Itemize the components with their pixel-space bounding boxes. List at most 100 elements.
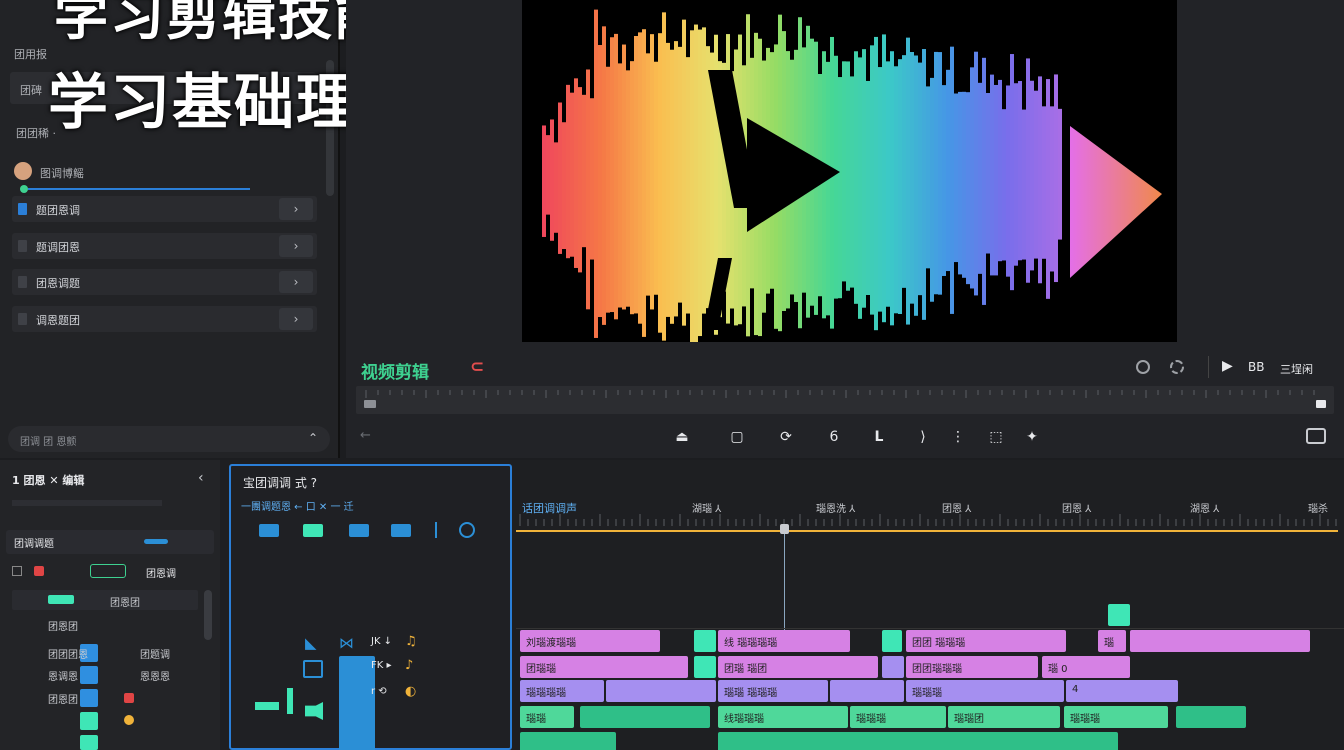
timeline-clip[interactable] bbox=[606, 680, 716, 702]
timeline-clip[interactable] bbox=[882, 630, 902, 652]
timeline-clip[interactable] bbox=[718, 732, 1118, 750]
more-icon[interactable]: ⋮ bbox=[947, 428, 969, 446]
timeline-clip[interactable]: 瑙瑙团 bbox=[948, 706, 1060, 728]
target-icon[interactable] bbox=[459, 522, 475, 538]
effect-chip[interactable] bbox=[391, 524, 411, 537]
effect-chip[interactable] bbox=[303, 524, 323, 537]
toggle[interactable] bbox=[144, 539, 168, 544]
timeline-clip[interactable] bbox=[694, 630, 716, 652]
playhead[interactable] bbox=[784, 526, 785, 630]
share-icon[interactable]: ▶ bbox=[1222, 358, 1233, 374]
split-icon[interactable]: L bbox=[868, 428, 890, 446]
track-label: r ⟲ bbox=[371, 686, 387, 697]
scrub-start-icon[interactable] bbox=[364, 400, 376, 408]
volume-slider[interactable] bbox=[20, 185, 250, 193]
record-icon[interactable]: ⊂ bbox=[470, 357, 484, 377]
playhead-handle[interactable] bbox=[780, 524, 789, 534]
cut-icon[interactable]: ⋈ bbox=[339, 634, 354, 652]
chevron-right-icon[interactable]: › bbox=[279, 235, 313, 257]
rotate-icon[interactable]: ⟳ bbox=[775, 428, 797, 446]
timeline-clip[interactable] bbox=[1108, 604, 1130, 626]
undo-icon[interactable]: 6 bbox=[823, 428, 845, 446]
timeline-clip[interactable] bbox=[520, 732, 616, 750]
timeline-clip[interactable]: 团瑙瑙 bbox=[520, 656, 688, 678]
timeline-clip[interactable]: 瑙 bbox=[1098, 630, 1126, 652]
video-preview[interactable] bbox=[522, 0, 1177, 342]
audio-icon[interactable]: ◣ bbox=[305, 634, 317, 652]
export-label[interactable]: 三埕闲 bbox=[1280, 361, 1313, 377]
timeline-clip[interactable]: 刘瑙渡瑙瑙 bbox=[520, 630, 660, 652]
timeline-clip[interactable] bbox=[694, 656, 716, 678]
tools-section-row[interactable]: 团调调题 bbox=[6, 530, 214, 554]
redo-icon[interactable]: ⟩ bbox=[912, 428, 934, 446]
timeline-clip[interactable]: 4 bbox=[1066, 680, 1178, 702]
media-item[interactable]: 团恩调题 › bbox=[12, 269, 317, 295]
lock-icon[interactable]: ♫ bbox=[405, 634, 417, 649]
record-dot-icon[interactable] bbox=[34, 566, 44, 576]
film-icon[interactable] bbox=[303, 660, 323, 678]
tool-swatch[interactable] bbox=[80, 712, 98, 730]
collapse-icon[interactable]: ‹ bbox=[198, 470, 204, 486]
mute-icon[interactable]: ♪ bbox=[405, 658, 413, 673]
timeline-clip[interactable]: 线 瑙瑙瑙瑙 bbox=[718, 630, 850, 652]
house-icon[interactable] bbox=[124, 693, 134, 703]
sparkle-icon[interactable]: ✦ bbox=[1021, 428, 1043, 446]
timeline-clip[interactable]: 团团瑙瑙瑙 bbox=[906, 656, 1038, 678]
timeline-clip[interactable]: 团团 瑙瑙瑙 bbox=[906, 630, 1066, 652]
timeline-clip[interactable]: 瑙瑙瑙 bbox=[850, 706, 946, 728]
media-item[interactable]: 题团恩调 › bbox=[12, 196, 317, 222]
export-icon[interactable]: ⏏ bbox=[671, 428, 693, 446]
timeline-clip[interactable] bbox=[580, 706, 710, 728]
timeline-clip[interactable]: 瑙瑙 瑙瑙瑙 bbox=[718, 680, 828, 702]
star-icon[interactable] bbox=[124, 715, 134, 725]
timeline-clip[interactable]: 瑙瑙瑙瑙 bbox=[520, 680, 604, 702]
grid-icon[interactable] bbox=[12, 566, 22, 576]
avatar[interactable] bbox=[14, 162, 32, 180]
image-icon[interactable]: ⬚ bbox=[985, 428, 1007, 446]
waveform-bar bbox=[606, 66, 610, 313]
fullscreen-icon[interactable] bbox=[1306, 428, 1326, 444]
scrub-end-icon[interactable] bbox=[1316, 400, 1326, 408]
media-item[interactable]: 调恩题团 › bbox=[12, 306, 317, 332]
playhead-track bbox=[516, 530, 1338, 532]
effects-subtitle: 一團调题恩 ← 口 ✕ 一 迁 bbox=[241, 502, 354, 513]
tool-swatch[interactable] bbox=[80, 689, 98, 707]
aspect-label[interactable]: BB bbox=[1248, 360, 1264, 374]
timeline-clip[interactable] bbox=[882, 656, 904, 678]
tool-strip[interactable]: 团恩团 bbox=[12, 590, 198, 610]
timeline-clip[interactable]: 瑙 0 bbox=[1042, 656, 1130, 678]
search-bar[interactable]: 团调 团 恩颤 ⌃ bbox=[8, 426, 330, 452]
eye-icon[interactable]: ◐ bbox=[405, 684, 416, 699]
speaker-icon[interactable] bbox=[305, 702, 323, 720]
timeline-clip[interactable]: 团瑙 瑙团 bbox=[718, 656, 878, 678]
crop-icon[interactable]: ▢ bbox=[726, 428, 748, 446]
timeline-clip[interactable] bbox=[830, 680, 904, 702]
back-icon[interactable]: ← bbox=[360, 428, 371, 443]
slider-handle[interactable] bbox=[20, 185, 28, 193]
tool-swatch[interactable] bbox=[80, 735, 98, 750]
media-item[interactable]: 题调团恩 › bbox=[12, 233, 317, 259]
tool-swatch[interactable] bbox=[80, 666, 98, 684]
chevron-right-icon[interactable]: › bbox=[279, 198, 313, 220]
selected-track[interactable] bbox=[339, 656, 375, 750]
waveform-bar bbox=[962, 91, 966, 278]
timeline-clip[interactable]: 瑙瑙瑙 bbox=[906, 680, 1064, 702]
timeline-clip[interactable]: 瑙瑙 bbox=[520, 706, 574, 728]
scrub-bar[interactable] bbox=[356, 386, 1334, 414]
waveform-bar bbox=[826, 61, 830, 316]
chevron-right-icon[interactable]: › bbox=[279, 271, 313, 293]
effect-chip[interactable] bbox=[259, 524, 279, 537]
waveform-bar bbox=[978, 82, 982, 274]
tools-scrollbar[interactable] bbox=[204, 590, 212, 640]
timeline-clip[interactable]: 瑙瑙瑙 bbox=[1064, 706, 1168, 728]
chevron-right-icon[interactable]: › bbox=[279, 308, 313, 330]
timeline-clip[interactable] bbox=[1176, 706, 1246, 728]
settings-icon[interactable] bbox=[1170, 360, 1184, 374]
search-icon[interactable] bbox=[1136, 360, 1150, 374]
timeline-clip[interactable]: 线瑙瑙瑙 bbox=[718, 706, 848, 728]
effect-chip[interactable] bbox=[349, 524, 369, 537]
timeline[interactable]: 话团调调声 湖瑙 ⅄ 瑙恩洗 ⅄ 团恩 ⅄ 团恩 ⅄ 湖恩 ⅄ 瑙杀 刘瑙渡瑙瑙… bbox=[516, 490, 1344, 750]
green-chip[interactable] bbox=[90, 564, 126, 578]
chevron-up-icon[interactable]: ⌃ bbox=[308, 431, 318, 445]
timeline-clip[interactable] bbox=[1130, 630, 1310, 652]
